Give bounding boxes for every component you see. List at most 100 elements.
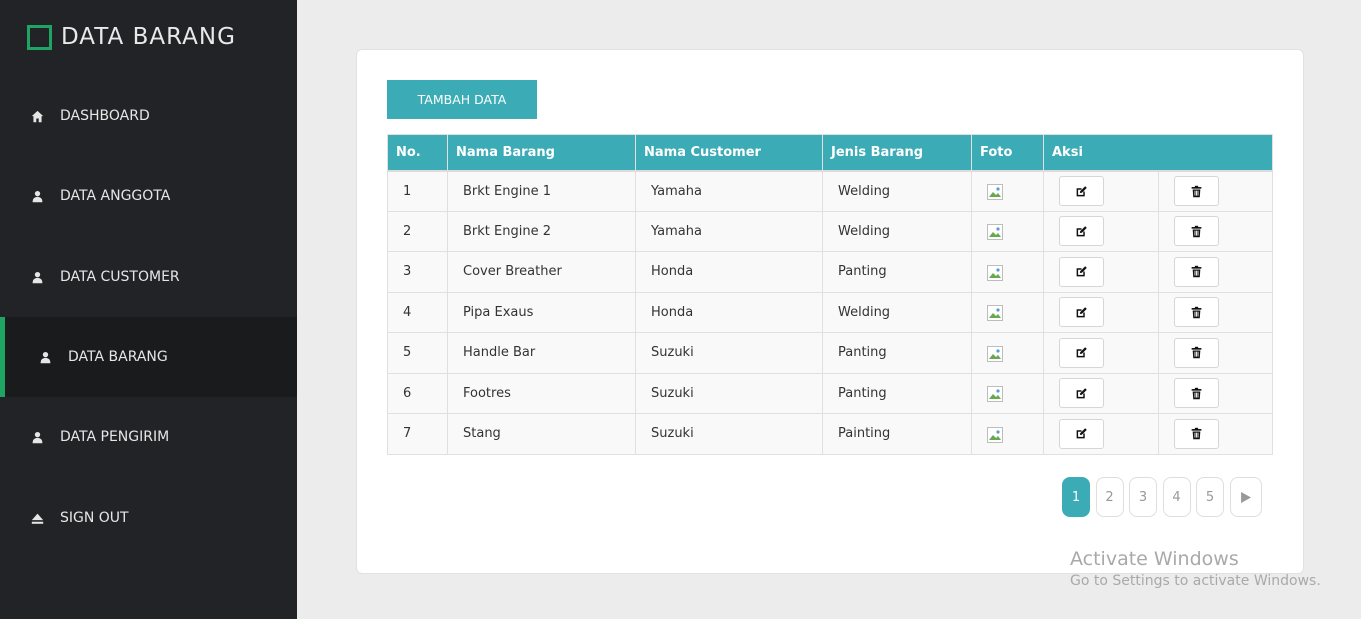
table-row: 1 Brkt Engine 1 Yamaha Welding	[387, 170, 1273, 212]
edit-button[interactable]	[1059, 378, 1104, 409]
delete-button[interactable]	[1173, 256, 1219, 287]
table-row: 3 Cover Breather Honda Panting	[387, 251, 1273, 293]
cell-jenis-barang: Welding	[822, 210, 972, 252]
home-icon	[30, 109, 44, 123]
column-header-no: No.	[387, 134, 448, 172]
cell-no: 3	[387, 251, 448, 293]
cell-nama-barang: Handle Bar	[447, 332, 636, 374]
cell-nama-barang: Brkt Engine 1	[447, 170, 636, 212]
trash-icon	[1191, 347, 1201, 359]
cell-nama-barang: Pipa Exaus	[447, 291, 636, 333]
edit-button[interactable]	[1059, 176, 1104, 206]
next-page-button[interactable]	[1229, 477, 1262, 517]
sidebar-item-label: DATA BARANG	[68, 349, 168, 365]
sidebar-item-dashboard[interactable]: DASHBOARD	[0, 76, 297, 156]
user-icon	[30, 430, 44, 444]
cell-foto	[971, 210, 1044, 252]
cell-edit	[1043, 413, 1159, 455]
edit-icon	[1076, 387, 1087, 399]
cell-delete	[1157, 170, 1273, 212]
page-1-button[interactable]: 1	[1062, 477, 1090, 517]
delete-button[interactable]	[1173, 337, 1219, 368]
table-header-row: No. Nama Barang Nama Customer Jenis Bara…	[387, 134, 1273, 172]
table-row: 6 Footres Suzuki Panting	[387, 372, 1273, 414]
cell-edit	[1043, 332, 1159, 374]
table-row: 5 Handle Bar Suzuki Panting	[387, 332, 1273, 374]
cell-jenis-barang: Painting	[822, 413, 972, 455]
watermark-subtitle: Go to Settings to activate Windows.	[1070, 573, 1321, 589]
sidebar-item-sign-out[interactable]: SIGN OUT	[0, 478, 297, 558]
sidebar-item-data-customer[interactable]: DATA CUSTOMER	[0, 237, 297, 317]
edit-button[interactable]	[1059, 297, 1104, 328]
content-card: TAMBAH DATA No. Nama Barang Nama Custome…	[356, 49, 1304, 574]
cell-foto	[971, 291, 1044, 333]
cell-no: 7	[387, 413, 448, 455]
trash-icon	[1191, 387, 1201, 399]
cell-foto	[971, 170, 1044, 212]
sidebar: DATA BARANG DASHBOARD DATA ANGGOTA DATA …	[0, 0, 297, 619]
cell-foto	[971, 251, 1044, 293]
brand: DATA BARANG	[27, 24, 236, 50]
play-icon	[1241, 491, 1251, 503]
sidebar-item-label: DASHBOARD	[60, 108, 150, 124]
sidebar-item-data-barang[interactable]: DATA BARANG	[0, 317, 297, 397]
cell-edit	[1043, 170, 1159, 212]
eject-icon	[30, 511, 44, 525]
sidebar-item-data-pengirim[interactable]: DATA PENGIRIM	[0, 397, 297, 477]
page-5-button[interactable]: 5	[1196, 477, 1224, 517]
delete-button[interactable]	[1173, 216, 1219, 247]
trash-icon	[1191, 428, 1201, 440]
cell-nama-barang: Footres	[447, 372, 636, 414]
edit-button[interactable]	[1059, 337, 1104, 368]
column-header-jenis-barang: Jenis Barang	[822, 134, 972, 172]
user-icon	[30, 270, 44, 284]
cell-nama-customer: Yamaha	[635, 210, 823, 252]
cell-foto	[971, 372, 1044, 414]
edit-button[interactable]	[1059, 216, 1104, 247]
trash-icon	[1191, 306, 1201, 318]
user-icon	[30, 189, 44, 203]
broken-image-icon	[987, 386, 1003, 403]
pagination: 1 2 3 4 5	[1062, 477, 1267, 517]
page-2-button[interactable]: 2	[1095, 477, 1124, 517]
cell-delete	[1157, 210, 1273, 252]
delete-button[interactable]	[1173, 378, 1219, 409]
data-table: No. Nama Barang Nama Customer Jenis Bara…	[387, 134, 1273, 455]
brand-title: DATA BARANG	[61, 24, 236, 50]
cell-nama-customer: Honda	[635, 291, 823, 333]
cell-foto	[971, 413, 1044, 455]
table-row: 7 Stang Suzuki Painting	[387, 413, 1273, 455]
cell-jenis-barang: Welding	[822, 170, 972, 212]
cell-jenis-barang: Panting	[822, 372, 972, 414]
delete-button[interactable]	[1173, 176, 1219, 206]
delete-button[interactable]	[1173, 297, 1219, 328]
cell-no: 6	[387, 372, 448, 414]
cell-nama-customer: Honda	[635, 251, 823, 293]
table-row: 4 Pipa Exaus Honda Welding	[387, 291, 1273, 333]
tambah-data-button[interactable]: TAMBAH DATA	[387, 80, 537, 119]
broken-image-icon	[987, 345, 1003, 362]
broken-image-icon	[987, 184, 1003, 200]
page-3-button[interactable]: 3	[1129, 477, 1157, 517]
sidebar-item-label: SIGN OUT	[60, 510, 129, 526]
broken-image-icon	[987, 224, 1003, 241]
column-header-aksi: Aksi	[1043, 134, 1273, 172]
edit-icon	[1076, 428, 1087, 439]
sidebar-item-label: DATA ANGGOTA	[60, 188, 171, 204]
edit-icon	[1076, 225, 1087, 237]
edit-button[interactable]	[1059, 418, 1104, 449]
cell-no: 1	[387, 170, 448, 212]
cell-nama-barang: Stang	[447, 413, 636, 455]
cell-delete	[1157, 251, 1273, 293]
edit-icon	[1076, 347, 1087, 358]
sidebar-item-data-anggota[interactable]: DATA ANGGOTA	[0, 156, 297, 236]
page-4-button[interactable]: 4	[1162, 477, 1191, 517]
cell-no: 4	[387, 291, 448, 333]
cell-foto	[971, 332, 1044, 374]
delete-button[interactable]	[1173, 418, 1219, 449]
cell-nama-customer: Yamaha	[635, 170, 823, 212]
edit-button[interactable]	[1059, 256, 1104, 287]
cell-delete	[1157, 413, 1273, 455]
sidebar-item-label: DATA PENGIRIM	[60, 429, 170, 445]
cell-delete	[1157, 332, 1273, 374]
